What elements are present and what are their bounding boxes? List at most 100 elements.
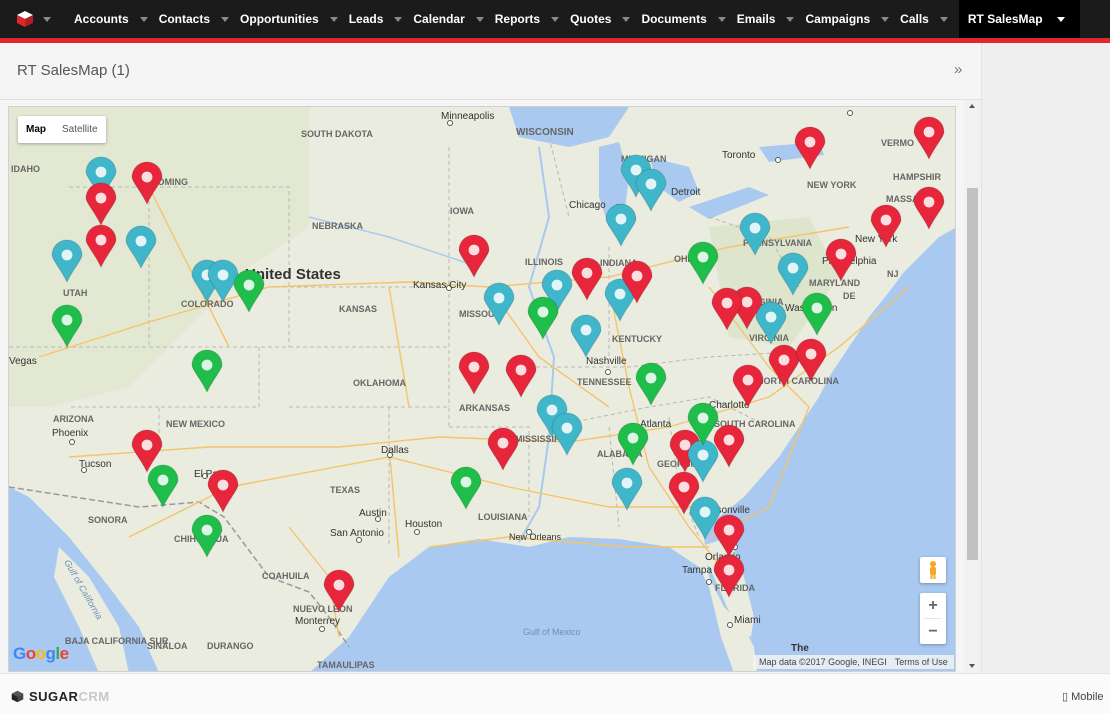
map-label-nashville: Nashville bbox=[586, 356, 627, 367]
nav-accounts[interactable]: Accounts bbox=[64, 0, 149, 38]
sugar-cube-icon bbox=[17, 11, 33, 27]
nav-leads[interactable]: Leads bbox=[339, 0, 404, 38]
sugar-cube-icon bbox=[11, 690, 24, 703]
right-sidebar bbox=[981, 43, 1110, 673]
map-label-gulf-mexico: Gulf of Mexico bbox=[523, 627, 581, 637]
scroll-down-icon[interactable] bbox=[969, 664, 975, 668]
sales-map[interactable]: MinneapolisWISCONSINMICHIGANTorontoVERMO… bbox=[8, 106, 956, 672]
nav-documents[interactable]: Documents bbox=[631, 0, 726, 38]
nav-label: Quotes bbox=[570, 12, 612, 26]
nav-contacts[interactable]: Contacts bbox=[149, 0, 230, 38]
page-title-text: RT SalesMap bbox=[17, 62, 108, 79]
top-navigation: Accounts Contacts Opportunities Leads Ca… bbox=[0, 0, 1110, 38]
nav-calendar[interactable]: Calendar bbox=[403, 0, 484, 38]
map-label-miami: Miami bbox=[734, 615, 761, 626]
chevron-down-icon[interactable] bbox=[1056, 16, 1065, 22]
map-label-tamaulipas: TAMAULIPAS bbox=[317, 660, 375, 670]
map-label-phoenix: Phoenix bbox=[52, 428, 88, 439]
map-label-arkansas: ARKANSAS bbox=[459, 403, 510, 413]
chevron-down-icon[interactable] bbox=[475, 16, 484, 22]
nav-label: Reports bbox=[494, 12, 541, 26]
nav-emails[interactable]: Emails bbox=[727, 0, 796, 38]
map-label-oklahoma: OKLAHOMA bbox=[353, 378, 406, 388]
map-label-detroit: Detroit bbox=[671, 187, 701, 198]
scrollbar-thumb[interactable] bbox=[967, 188, 978, 560]
map-label-new-orleans: New Orleans bbox=[509, 532, 562, 542]
zoom-in-button[interactable]: + bbox=[920, 593, 946, 618]
nav-reports[interactable]: Reports bbox=[485, 0, 560, 38]
record-count: (1) bbox=[111, 62, 130, 79]
map-label-new-york: NEW YORK bbox=[807, 180, 857, 190]
map-label-new-mexico: NEW MEXICO bbox=[166, 419, 225, 429]
map-label-kansas: KANSAS bbox=[339, 304, 377, 314]
sugarcrm-logo[interactable]: SUGARCRM bbox=[11, 689, 110, 704]
nav-label: Calls bbox=[900, 12, 929, 26]
map-type-satellite-button[interactable]: Satellite bbox=[54, 116, 106, 143]
nav-rt-salesmap[interactable]: RT SalesMap bbox=[958, 0, 1080, 38]
map-label-de: DE bbox=[843, 291, 856, 301]
collapse-icon[interactable]: » bbox=[954, 61, 962, 78]
map-label-tucson: Tucson bbox=[79, 459, 111, 470]
map-label-maryland: MARYLAND bbox=[809, 278, 861, 288]
chevron-down-icon[interactable] bbox=[717, 16, 726, 22]
map-type-map-button[interactable]: Map bbox=[18, 116, 54, 143]
map-label-louisiana: LOUISIANA bbox=[478, 512, 528, 522]
nav-quotes[interactable]: Quotes bbox=[560, 0, 631, 38]
map-label-tampa: Tampa bbox=[682, 565, 712, 576]
nav-campaigns[interactable]: Campaigns bbox=[795, 0, 890, 38]
chevron-down-icon[interactable] bbox=[786, 16, 795, 22]
chevron-down-icon[interactable] bbox=[221, 16, 230, 22]
chevron-down-icon[interactable] bbox=[881, 16, 890, 22]
map-label-tennessee: TENNESSEE bbox=[577, 377, 632, 387]
home-menu-button[interactable] bbox=[0, 0, 64, 38]
nav-label: Emails bbox=[736, 12, 776, 26]
map-label-austin: Austin bbox=[359, 508, 387, 519]
footer: SUGARCRM ▯ Mobile bbox=[0, 673, 1110, 714]
phone-icon: ▯ bbox=[1062, 691, 1069, 703]
map-attribution: Map data ©2017 Google, INEGI Terms of Us… bbox=[753, 655, 954, 669]
map-label-durango: DURANGO bbox=[207, 641, 254, 651]
nav-calls[interactable]: Calls bbox=[890, 0, 949, 38]
zoom-control: + − bbox=[920, 593, 946, 644]
map-canvas[interactable]: MinneapolisWISCONSINMICHIGANTorontoVERMO… bbox=[9, 107, 956, 672]
nav-label: Contacts bbox=[158, 12, 211, 26]
map-label-iowa: IOWA bbox=[450, 206, 474, 216]
map-label-minneapolis: Minneapolis bbox=[441, 111, 494, 122]
map-label-the: The bbox=[791, 643, 809, 654]
map-label-vegas: Vegas bbox=[9, 356, 37, 367]
map-label-dallas: Dallas bbox=[381, 445, 409, 456]
terms-of-use-link[interactable]: Terms of Use bbox=[895, 655, 948, 669]
chevron-down-icon[interactable] bbox=[329, 16, 338, 22]
google-logo: Google bbox=[13, 644, 69, 663]
zoom-out-button[interactable]: − bbox=[920, 619, 946, 644]
chevron-down-icon[interactable] bbox=[551, 16, 560, 22]
map-label-kansas-city: Kansas City bbox=[413, 280, 466, 291]
chevron-down-icon[interactable] bbox=[43, 16, 51, 22]
attribution-text: Map data ©2017 Google, INEGI bbox=[759, 657, 887, 667]
chevron-down-icon[interactable] bbox=[939, 16, 948, 22]
map-label-illinois: ILLINOIS bbox=[525, 257, 563, 267]
vertical-scrollbar[interactable] bbox=[964, 100, 981, 673]
map-label-new-hampshire: HAMPSHIR bbox=[893, 172, 942, 182]
map-label-nuevo-leon: NUEVO LEON bbox=[293, 604, 353, 614]
nav-opportunities[interactable]: Opportunities bbox=[230, 0, 339, 38]
nav-label: Calendar bbox=[413, 12, 465, 26]
map-label-wisconsin: WISCONSIN bbox=[516, 127, 574, 138]
chevron-down-icon[interactable] bbox=[394, 16, 403, 22]
map-label-nebraska: NEBRASKA bbox=[312, 221, 364, 231]
map-label-sinaloa: SINALOA bbox=[147, 641, 188, 651]
map-label-houston: Houston bbox=[405, 519, 442, 530]
street-view-pegman-icon[interactable] bbox=[920, 557, 946, 583]
map-label-texas: TEXAS bbox=[330, 485, 360, 495]
map-label-san-antonio: San Antonio bbox=[330, 528, 384, 539]
brand-crm: CRM bbox=[78, 689, 110, 704]
chevron-down-icon[interactable] bbox=[139, 16, 148, 22]
mobile-label: Mobile bbox=[1071, 691, 1104, 703]
chevron-down-icon[interactable] bbox=[622, 16, 631, 22]
map-label-nj: NJ bbox=[887, 269, 899, 279]
nav-label: Leads bbox=[348, 12, 384, 26]
mobile-link[interactable]: ▯ Mobile bbox=[1062, 690, 1104, 703]
map-label-kentucky: KENTUCKY bbox=[612, 334, 662, 344]
scroll-up-icon[interactable] bbox=[969, 104, 975, 108]
map-label-sonora: SONORA bbox=[88, 515, 128, 525]
